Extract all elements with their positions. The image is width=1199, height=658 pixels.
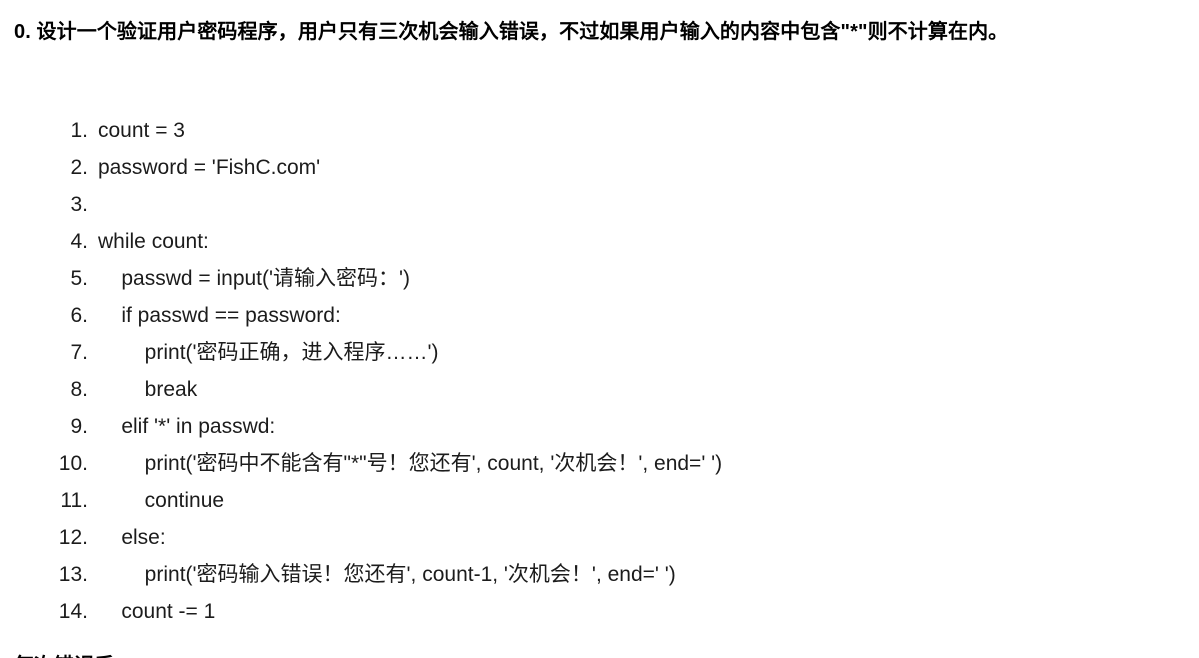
code-line: 9. elif '*' in passwd:	[56, 408, 1176, 445]
line-number: 9.	[70, 415, 88, 438]
line-number: 13.	[58, 563, 88, 586]
line-code: if passwd == password:	[98, 304, 341, 327]
line-number: 7.	[70, 341, 88, 364]
line-number: 6.	[70, 304, 88, 327]
code-line: 5. passwd = input('请输入密码：')	[56, 260, 1176, 297]
code-line: 12. else:	[56, 519, 1176, 556]
line-code: password = 'FishC.com'	[98, 156, 321, 179]
line-code: print('密码输入错误！您还有', count-1, '次机会！', end…	[98, 563, 676, 586]
line-code: print('密码中不能含有"*"号！您还有', count, '次机会！', …	[98, 452, 723, 475]
code-line: 7. print('密码正确，进入程序……')	[56, 334, 1176, 371]
line-number: 11.	[60, 489, 88, 512]
code-line: 11. continue	[56, 482, 1176, 519]
document-page: 0. 设计一个验证用户密码程序，用户只有三次机会输入错误，不过如果用户输入的内容…	[0, 0, 1199, 658]
line-code: passwd = input('请输入密码：')	[98, 267, 411, 290]
code-line: 8. break	[56, 371, 1176, 408]
code-line: 14. count -= 1	[56, 593, 1176, 630]
line-number: 5.	[70, 267, 88, 290]
line-number: 10.	[58, 452, 88, 475]
code-line: 3.	[56, 186, 1176, 223]
question-heading: 0. 设计一个验证用户密码程序，用户只有三次机会输入错误，不过如果用户输入的内容…	[14, 21, 1009, 43]
line-code: continue	[98, 489, 225, 512]
line-number: 1.	[70, 119, 88, 142]
line-code: else:	[98, 526, 166, 549]
line-number: 4.	[70, 230, 88, 253]
code-line: 2. password = 'FishC.com'	[56, 149, 1176, 186]
code-line: 1. count = 3	[56, 112, 1176, 149]
line-number: 12.	[58, 526, 88, 549]
line-code: count -= 1	[98, 600, 216, 623]
line-code: break	[98, 378, 198, 401]
line-number: 14.	[58, 600, 88, 623]
code-line: 4. while count:	[56, 223, 1176, 260]
line-code: count = 3	[98, 119, 185, 142]
line-code: elif '*' in passwd:	[98, 415, 276, 438]
code-listing: 1. count = 3 2. password = 'FishC.com' 3…	[56, 112, 1176, 630]
line-number: 2.	[70, 156, 88, 179]
code-line: 10. print('密码中不能含有"*"号！您还有', count, '次机会…	[56, 445, 1176, 482]
line-number: 3.	[70, 193, 88, 216]
line-number: 8.	[70, 378, 88, 401]
line-code: print('密码正确，进入程序……')	[98, 341, 439, 364]
line-code: while count:	[98, 230, 209, 253]
clipped-trailing-text: 每次错误后	[14, 648, 1189, 658]
code-line: 13. print('密码输入错误！您还有', count-1, '次机会！',…	[56, 556, 1176, 593]
code-line: 6. if passwd == password:	[56, 297, 1176, 334]
